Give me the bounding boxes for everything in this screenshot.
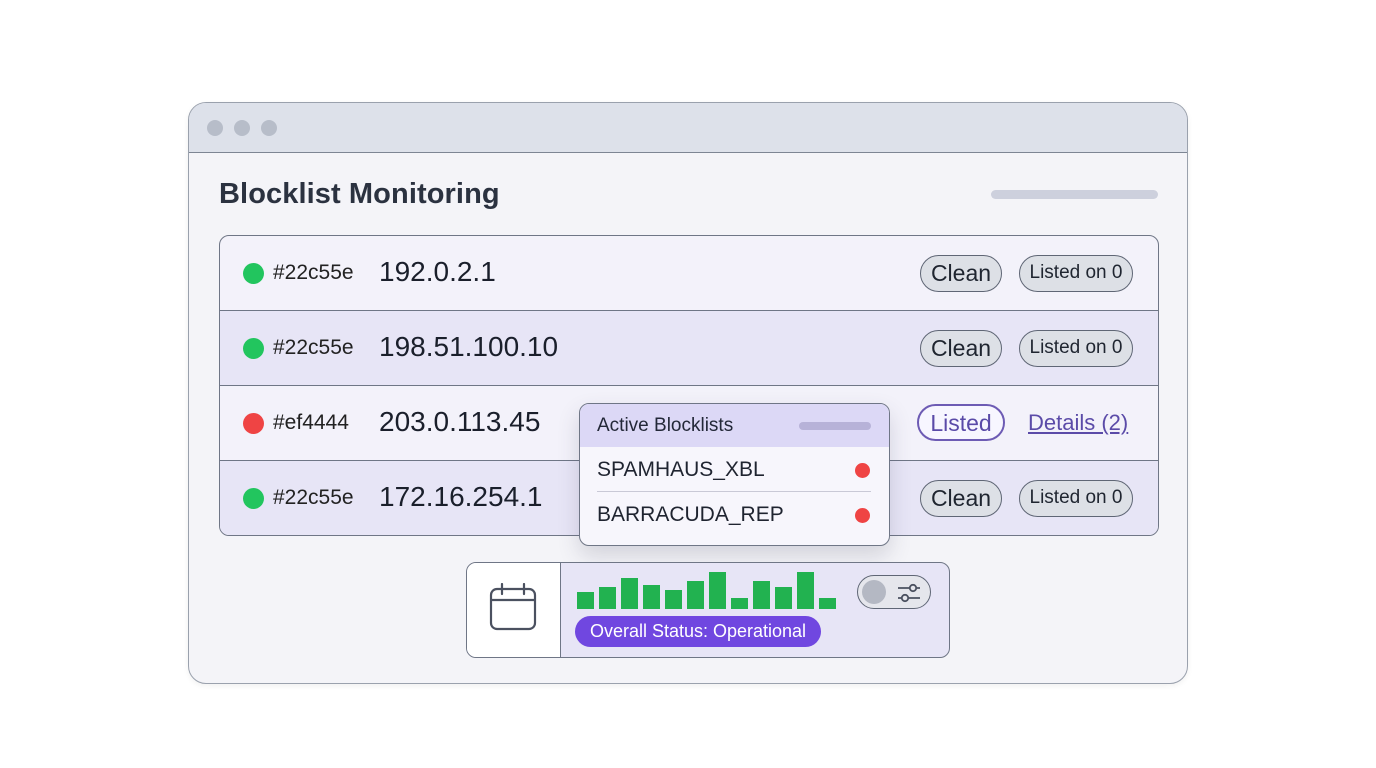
- blocklist-status-dot: [855, 463, 870, 478]
- table-row[interactable]: #22c55e 192.0.2.1 Clean Listed on 0: [220, 236, 1158, 311]
- sliders-icon: [898, 583, 920, 603]
- listed-count-badge[interactable]: Listed on 0: [1019, 330, 1133, 367]
- table-row[interactable]: #22c55e 198.51.100.10 Clean Listed on 0: [220, 311, 1158, 386]
- activity-bar: [775, 587, 792, 609]
- status-color-code: #22c55e: [273, 486, 354, 509]
- activity-bar: [797, 572, 814, 609]
- popover-header-placeholder: [799, 422, 871, 430]
- activity-bar: [709, 572, 726, 609]
- ip-address: 172.16.254.1: [379, 481, 543, 512]
- listed-count-badge[interactable]: Listed on 0: [1019, 480, 1133, 517]
- activity-bar: [599, 587, 616, 609]
- status-dot: [243, 338, 264, 359]
- app-window: Blocklist Monitoring #22c55e 192.0.2.1 C…: [188, 102, 1188, 684]
- activity-bar: [687, 581, 704, 609]
- details-link[interactable]: Details (2): [1028, 410, 1128, 436]
- status-color-code: #22c55e: [273, 261, 354, 284]
- activity-bar: [731, 598, 748, 609]
- popover-header: Active Blocklists: [580, 404, 889, 447]
- status-dot: [243, 263, 264, 284]
- popover-title: Active Blocklists: [597, 415, 734, 436]
- header-placeholder-bar: [991, 190, 1158, 199]
- status-badge[interactable]: Clean: [920, 255, 1002, 292]
- window-control-dot[interactable]: [234, 120, 250, 136]
- status-badge[interactable]: Clean: [920, 480, 1002, 517]
- popover-divider: [597, 491, 871, 492]
- status-color-code: #22c55e: [273, 336, 354, 359]
- activity-bar: [621, 578, 638, 609]
- status-dot: [243, 488, 264, 509]
- toggle-knob: [862, 580, 886, 604]
- activity-bar: [753, 581, 770, 609]
- ip-address: 192.0.2.1: [379, 256, 496, 287]
- active-blocklists-popover: Active Blocklists SPAMHAUS_XBL BARRACUDA…: [579, 403, 890, 546]
- activity-bar: [819, 598, 836, 609]
- window-control-dot[interactable]: [207, 120, 223, 136]
- activity-bar: [665, 590, 682, 609]
- status-color-code: #ef4444: [273, 411, 349, 434]
- ip-address: 198.51.100.10: [379, 331, 559, 362]
- blocklist-status-dot: [855, 508, 870, 523]
- listed-status-badge[interactable]: Listed: [917, 404, 1005, 441]
- status-footer-panel: Overall Status: Operational: [466, 562, 950, 658]
- activity-bar: [577, 592, 594, 609]
- window-titlebar: [189, 103, 1187, 153]
- calendar-icon: [489, 583, 537, 631]
- activity-bar: [643, 585, 660, 609]
- status-badge[interactable]: Clean: [920, 330, 1002, 367]
- blocklist-item-name[interactable]: BARRACUDA_REP: [597, 503, 784, 527]
- listed-count-badge[interactable]: Listed on 0: [1019, 255, 1133, 292]
- window-control-dot[interactable]: [261, 120, 277, 136]
- overall-status-badge: Overall Status: Operational: [575, 616, 821, 647]
- calendar-button[interactable]: [467, 563, 561, 657]
- ip-address: 203.0.113.45: [379, 406, 541, 437]
- blocklist-item-name[interactable]: SPAMHAUS_XBL: [597, 458, 765, 482]
- status-dot: [243, 413, 264, 434]
- page-title: Blocklist Monitoring: [219, 178, 500, 210]
- settings-toggle[interactable]: [857, 575, 931, 609]
